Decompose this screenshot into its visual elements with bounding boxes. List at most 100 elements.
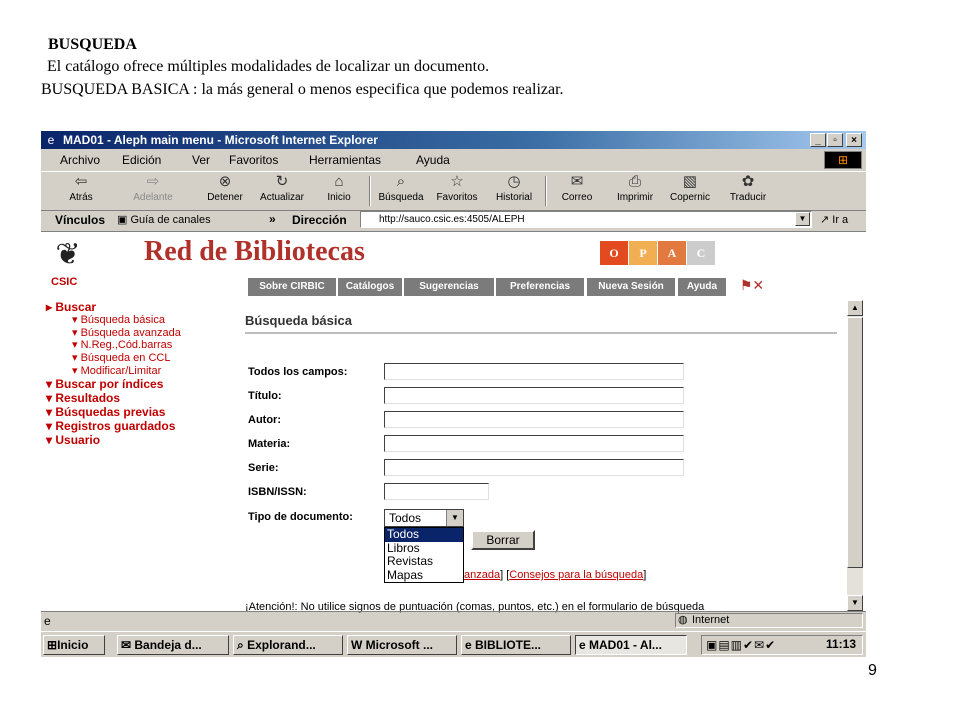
close-button[interactable]: × [846, 133, 862, 147]
label-todos-campos: Todos los campos: [248, 366, 348, 378]
channel-guide-link[interactable]: ▣ Guía de canales [117, 213, 211, 226]
mail-button[interactable]: ✉ Correo [555, 172, 599, 210]
site-title: Red de Bibliotecas [144, 236, 365, 267]
scroll-down-icon[interactable]: ▼ [847, 595, 863, 611]
tab-nueva-sesion[interactable]: Nueva Sesión [587, 278, 675, 296]
sidebar-item-busqueda-ccl[interactable]: ▾ Búsqueda en CCL [72, 351, 170, 364]
menu-ayuda[interactable]: Ayuda [416, 153, 450, 167]
sidebar-item-nreg-codbarras[interactable]: ▾ N.Reg.,Cód.barras [72, 338, 172, 351]
sidebar-item-busquedas-previas[interactable]: ▾ Búsquedas previas [46, 405, 165, 419]
input-serie[interactable] [384, 459, 684, 476]
history-button[interactable]: ◷ Historial [491, 172, 537, 210]
printer-icon: ⎙ [628, 173, 641, 190]
translate-icon: ✿ [741, 173, 755, 190]
input-isbn-issn[interactable] [384, 483, 489, 500]
heading-divider [245, 332, 837, 334]
sidebar-item-buscar-indices[interactable]: ▾ Buscar por índices [46, 377, 163, 391]
tray-icons[interactable]: ▣▤▥✔✉✔ [706, 638, 776, 652]
input-todos-campos[interactable] [384, 363, 684, 380]
zone-status: ◍ Internet [675, 613, 863, 628]
clear-button[interactable]: Borrar [471, 530, 535, 550]
doc-type-dropdown-list: Todos Libros Revistas Mapas [384, 527, 464, 583]
ie-icon: e [47, 133, 55, 147]
help-links: anzada] [Consejos para la búsqueda] [464, 569, 647, 581]
input-titulo[interactable] [384, 387, 684, 404]
tab-ayuda[interactable]: Ayuda [678, 278, 726, 296]
system-tray: ▣▤▥✔✉✔ 11:13 [701, 635, 863, 655]
link-busqueda-avanzada[interactable]: anzada [464, 569, 500, 581]
search-icon: ⌕ [396, 173, 406, 190]
sidebar-item-registros-guardados[interactable]: ▾ Registros guardados [46, 419, 175, 433]
status-bar: e ◍ Internet [41, 611, 866, 630]
slide-subtitle-2: BUSQUEDA BASICA : la más general o menos… [41, 81, 564, 98]
print-button[interactable]: ⎙ Imprimir [615, 172, 655, 210]
scroll-thumb[interactable] [847, 317, 863, 568]
menu-ver[interactable]: Ver [192, 153, 210, 167]
taskbar-biblioteca[interactable]: e BIBLIOTE... [461, 635, 571, 655]
favorites-button[interactable]: ☆ Favoritos [431, 172, 483, 210]
input-autor[interactable] [384, 411, 684, 428]
tab-sobre-cirbic[interactable]: Sobre CIRBIC [248, 278, 336, 296]
taskbar-bandeja[interactable]: ✉ Bandeja d... [117, 635, 229, 655]
menu-edicion[interactable]: Edición [122, 153, 161, 167]
page-content: ❦ CSIC Red de Bibliotecas O P A C Sobre … [41, 231, 866, 613]
link-consejos-busqueda[interactable]: Consejos para la búsqueda [509, 569, 643, 581]
sidebar-item-busqueda-basica[interactable]: ▾ Búsqueda básica [72, 313, 165, 326]
start-button[interactable]: ⊞Inicio [43, 635, 105, 655]
translate-button[interactable]: ✿ Traducir [725, 172, 771, 210]
chevron-down-icon[interactable]: ▼ [446, 510, 463, 526]
home-button[interactable]: ⌂ Inicio [319, 172, 359, 210]
scroll-up-icon[interactable]: ▲ [847, 300, 863, 316]
stop-icon: ⊗ [218, 173, 232, 190]
address-dropdown-icon[interactable]: ▼ [795, 212, 810, 226]
stop-button[interactable]: ⊗ Detener [201, 172, 249, 210]
page-number: 9 [868, 662, 877, 679]
back-button[interactable]: ⇦ Atrás [61, 172, 101, 210]
vertical-scrollbar[interactable]: ▲ ▼ [847, 300, 863, 611]
toolbar-separator [369, 176, 371, 206]
tab-sugerencias[interactable]: Sugerencias [404, 278, 494, 296]
menu-herramientas[interactable]: Herramientas [309, 153, 381, 167]
window-titlebar: e MAD01 - Aleph main menu - Microsoft In… [41, 131, 866, 149]
menu-archivo[interactable]: Archivo [60, 153, 100, 167]
links-chevron[interactable]: » [269, 212, 276, 226]
label-isbn-issn: ISBN/ISSN: [248, 486, 307, 498]
tab-catalogos[interactable]: Catálogos [338, 278, 402, 296]
refresh-button[interactable]: ↻ Actualizar [255, 172, 309, 210]
label-autor: Autor: [248, 414, 281, 426]
copernic-button[interactable]: ▧ Copernic [667, 172, 713, 210]
minimize-button[interactable]: _ [810, 133, 826, 147]
menu-favoritos[interactable]: Favoritos [229, 153, 278, 167]
forward-button[interactable]: ⇨ Adelante [127, 172, 179, 210]
sidebar-item-buscar[interactable]: ▸ Buscar [46, 300, 96, 314]
taskbar-explorando[interactable]: ⌕ Explorand... [233, 635, 343, 655]
taskbar-microsoft[interactable]: W Microsoft ... [347, 635, 457, 655]
sidebar-item-resultados[interactable]: ▾ Resultados [46, 391, 120, 405]
taskbar-mad01[interactable]: e MAD01 - Al... [575, 635, 687, 655]
slide-title: BUSQUEDA [48, 36, 137, 53]
sidebar-item-modificar-limitar[interactable]: ▾ Modificar/Limitar [72, 364, 161, 377]
english-flag-icon[interactable]: ⚑✕ [729, 276, 775, 294]
forward-arrow-icon: ⇨ [146, 173, 160, 190]
option-revistas[interactable]: Revistas [385, 554, 463, 569]
toolbar: ⇦ Atrás ⇨ Adelante ⊗ Detener ↻ Actualizar ⌂ I… [41, 171, 866, 211]
option-libros[interactable]: Libros [385, 541, 463, 556]
sidebar-item-usuario[interactable]: ▾ Usuario [46, 433, 100, 447]
maximize-button[interactable]: ▫ [827, 133, 843, 147]
clock: 11:13 [825, 637, 856, 651]
tab-preferencias[interactable]: Preferencias [496, 278, 584, 296]
search-button[interactable]: ⌕ Búsqueda [375, 172, 427, 210]
go-button[interactable]: ↗ Ir a [820, 213, 848, 226]
option-todos[interactable]: Todos [385, 527, 463, 542]
input-materia[interactable] [384, 435, 684, 452]
option-mapas[interactable]: Mapas [385, 568, 463, 583]
menu-bar: Archivo Edición Ver Favoritos Herramient… [41, 150, 866, 170]
favorites-icon: ☆ [450, 173, 464, 190]
windows-flag-icon: ⊞ [824, 151, 862, 169]
window-title: MAD01 - Aleph main menu - Microsoft Inte… [63, 133, 378, 147]
address-input[interactable]: http://sauco.csic.es:4505/ALEPH [360, 211, 812, 228]
opac-letter-a: A [658, 241, 686, 265]
browser-screenshot: e MAD01 - Aleph main menu - Microsoft In… [41, 131, 866, 657]
opac-letter-c: C [687, 241, 715, 265]
doc-type-select[interactable]: Todos ▼ [384, 509, 464, 527]
